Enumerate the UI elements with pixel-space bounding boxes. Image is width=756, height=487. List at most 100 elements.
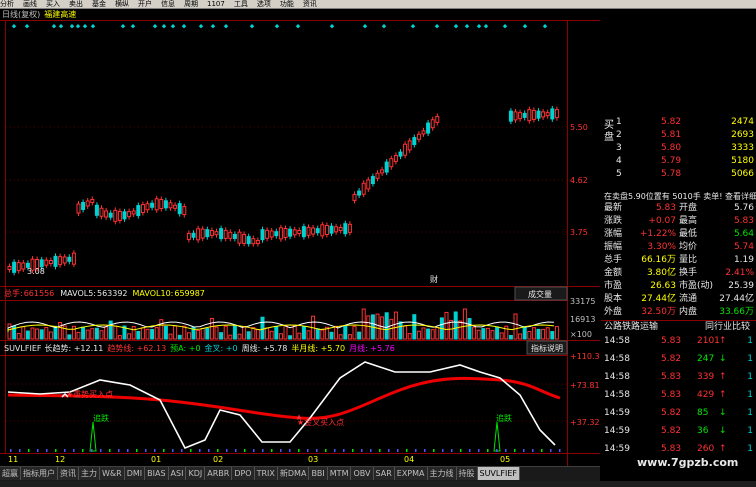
volume-bar [288,335,293,340]
tab-9[interactable]: ARBR [205,467,233,480]
tab-12[interactable]: 新DMA [277,467,310,480]
stat-label: 金额 [604,268,623,278]
volume-bar [71,325,76,340]
candle-body [278,227,283,240]
tab-10[interactable]: DPO [232,467,255,480]
volume-bar [81,326,86,340]
signal-tick [469,449,471,452]
tab-1[interactable]: 指标用户 [21,467,58,480]
indicator-item-3: 预A: +0 [170,343,200,353]
stat-label: 最新 [604,203,623,213]
signal-tick [487,449,489,452]
indicator-item-5: 周线: +5.78 [242,343,288,353]
signal-tick [172,449,174,452]
volume-bar [196,329,201,340]
signal-diamond [181,24,187,29]
stat-value: 5.64 [733,229,754,239]
tab-8[interactable]: KDJ [186,467,206,480]
buy-level-row[interactable]: 4 5.79 5180 [601,155,756,168]
volume-bar [246,331,251,340]
volume-bar [237,333,242,340]
tick-count: 1 [747,390,753,400]
buy-level-price: 5.81 [661,130,682,140]
candle-body [518,112,523,120]
volume-bar [25,330,30,340]
volume-bar [421,327,426,340]
status-bar [0,481,756,487]
signal-tick [91,449,93,452]
buy-level-row[interactable]: 3 5.80 3333 [601,142,756,155]
tab-6[interactable]: BIAS [145,467,169,480]
tab-7[interactable]: ASI [168,467,187,480]
tab-3[interactable]: 主力 [79,467,100,480]
tick-direction: ↑ [719,444,727,454]
buy-level-row[interactable]: 1 5.82 2474 [601,116,756,129]
candle-body [12,261,17,273]
tick-time: 14:59 [604,408,630,418]
volume-button[interactable]: 成交量 [528,289,552,299]
signal-tick [352,449,354,452]
signal-diamond [329,24,335,29]
tab-0[interactable]: 超赢 [0,467,21,480]
buy-level-price: 5.79 [661,156,682,166]
tab-2[interactable]: 资讯 [58,467,79,480]
candle-body [297,230,302,234]
tab-18[interactable]: 主力线 [427,467,457,480]
volume-bar [251,327,256,340]
candle-body [324,225,329,235]
indicator-help-button[interactable]: 指标说明 [531,343,563,353]
volume-header: 总手:661556 MAVOL5:563392 MAVOL10:659987 [4,288,205,298]
industry-name[interactable]: 公路铁路运输 [604,322,658,332]
tab-17[interactable]: EXPMA [394,467,428,480]
volume-bar [366,315,371,340]
tab-14[interactable]: MTM [327,467,352,480]
candle-body [366,179,371,190]
tab-20[interactable]: SUVLFIEF [477,467,520,480]
candle-body [205,229,210,238]
buy-level-row[interactable]: 2 5.81 2693 [601,129,756,142]
tab-16[interactable]: SAR [373,467,395,480]
signal-tick [199,449,201,452]
candle-body [108,212,113,218]
tab-13[interactable]: BBI [309,467,328,480]
stat-label: 总手 [604,255,623,265]
volume-bar [375,313,380,340]
candle-body [150,202,155,208]
tab-11[interactable]: TRIX [254,467,278,480]
tab-15[interactable]: OBV [351,467,374,480]
candle-body [407,140,412,151]
chart-area[interactable]: 5.50 4.62 3.75 33175 16913 ×100 +110.3 +… [0,0,600,466]
tick-row: 14:59 5.83 260 ↑ 1 [601,443,756,456]
tick-price: 5.83 [661,336,682,346]
indicator-item-2: 趋势线: +62.13 [107,343,166,353]
candle-body [232,233,237,239]
industry-compare-button[interactable]: 同行业比较 [705,321,750,334]
finance-marker[interactable]: 财 [430,274,438,284]
tab-4[interactable]: W&R [100,467,125,480]
volume-bar [522,326,527,340]
buy-level-num: 3 [616,143,622,153]
signal-tick [118,449,120,452]
sell-signal-2: 追跌 [496,413,512,423]
candle-body [209,230,214,237]
tick-row: 14:59 5.82 85 ↓ 1 [601,407,756,420]
signal-tick [334,449,336,452]
volume-bar [481,328,486,340]
stat-value: 1.19 [733,255,754,265]
tab-5[interactable]: DMI [124,467,146,480]
candle-body [214,231,219,236]
buy-level-row[interactable]: 5 5.78 5066 [601,168,756,181]
candle-body [352,193,357,201]
volume-bar [150,329,155,340]
date-label-04: 04 [404,455,414,464]
tick-count: 1 [747,336,753,346]
candle-body [288,228,293,237]
signal-diamond [362,24,368,29]
volume-bar [117,335,122,340]
candle-body [522,112,527,118]
volume-bar [44,326,49,340]
stat-value: 66.16万 [641,255,676,265]
volume-bar [416,330,421,340]
tab-19[interactable]: 持股 [456,467,478,480]
tick-price: 5.82 [661,408,682,418]
